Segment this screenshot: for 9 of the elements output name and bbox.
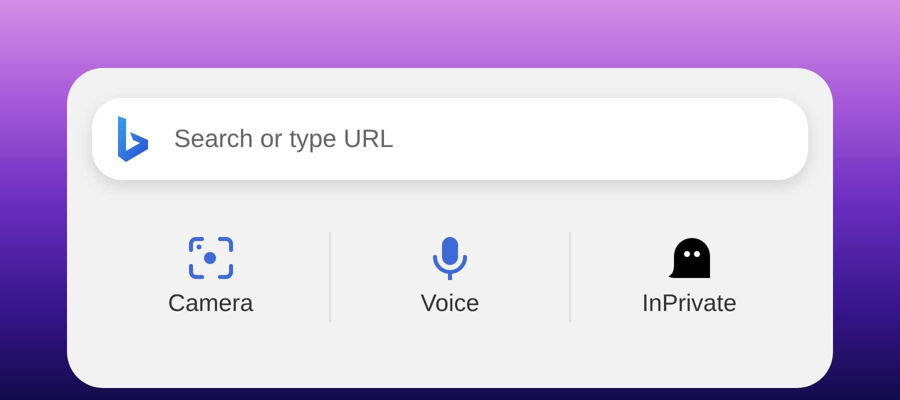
- search-bar[interactable]: Search or type URL: [92, 98, 808, 180]
- logo-icon: [116, 114, 150, 164]
- camera-icon: [188, 236, 234, 280]
- microphone-icon: [432, 236, 468, 280]
- camera-button[interactable]: Camera: [92, 232, 330, 322]
- voice-button[interactable]: Voice: [331, 232, 569, 322]
- private-mode-button[interactable]: InPrivate: [570, 232, 808, 322]
- search-field[interactable]: Search or type URL: [172, 124, 784, 154]
- ghost-icon: [666, 236, 712, 280]
